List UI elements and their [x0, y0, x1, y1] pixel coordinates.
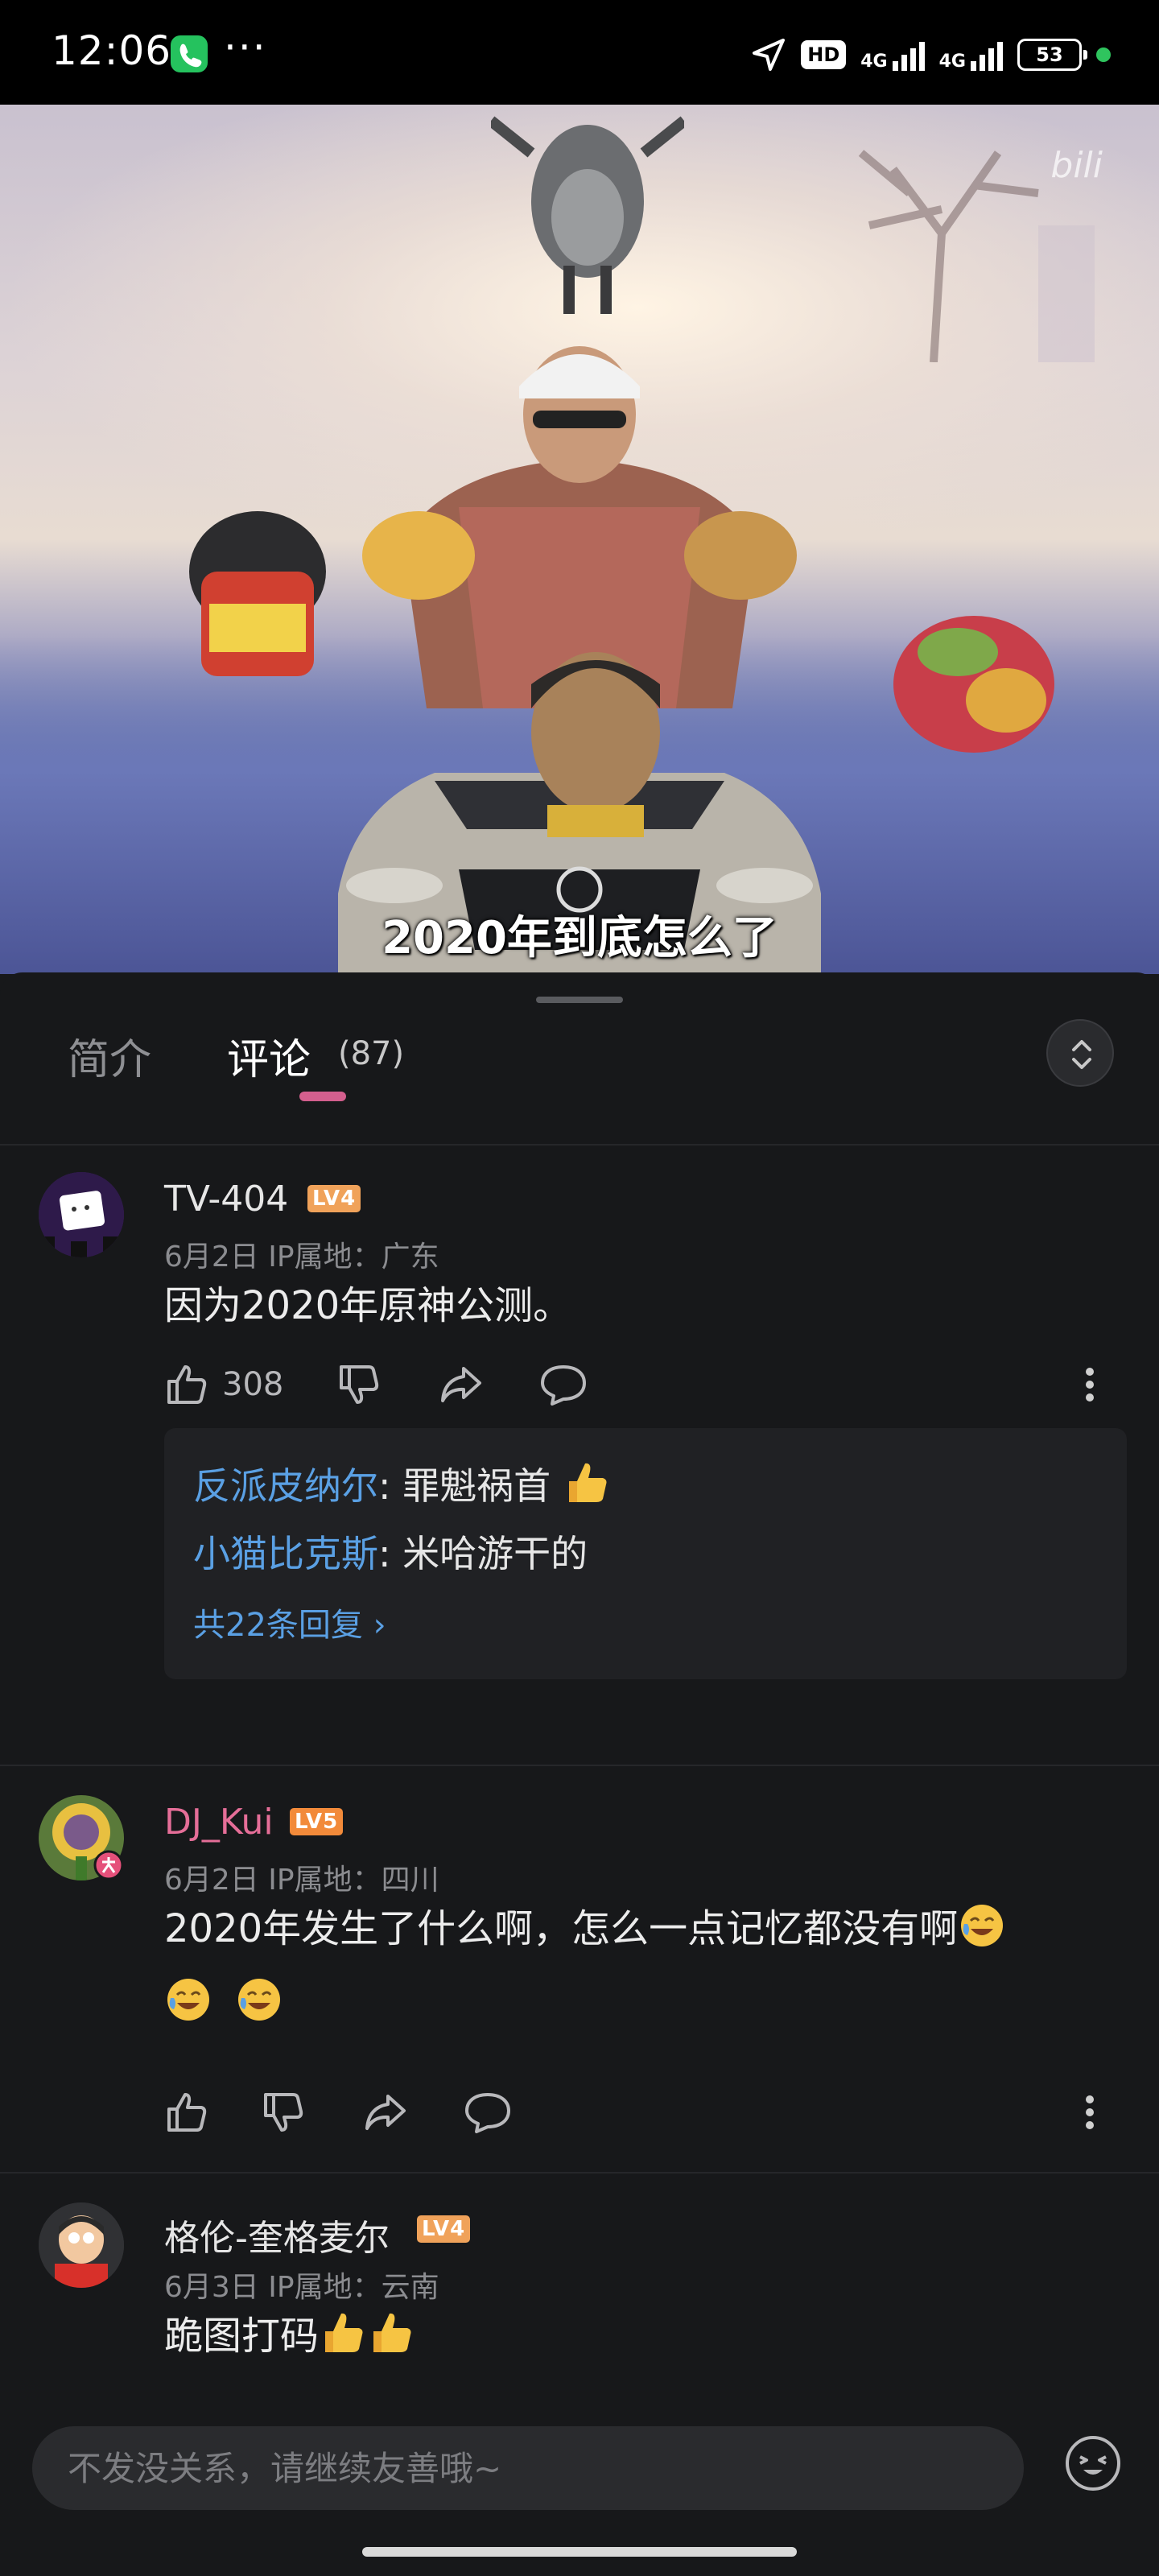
crying-laugh-emoji-icon: [238, 1979, 280, 2021]
share-arrow-icon: [365, 2095, 406, 2130]
tab-comments[interactable]: 评论: [227, 1026, 311, 1086]
comment-text-body: 2020年发生了什么啊，怎么一点记忆都没有啊: [164, 1906, 959, 1951]
dislike-button[interactable]: [336, 1359, 382, 1410]
expand-chevrons-icon: [1072, 1040, 1091, 1069]
thumbs-down-icon: [264, 2093, 303, 2132]
network-4g-1: 4G: [860, 39, 925, 72]
emoji-picker-button[interactable]: [1062, 2433, 1124, 2494]
more-vertical-icon: [1086, 2095, 1094, 2129]
comment-username[interactable]: DJ_Kui: [164, 1802, 274, 1843]
comment-actions: 308: [164, 1359, 1130, 1410]
reply-text: : 罪魁祸首: [378, 1464, 551, 1508]
reply-preview-box[interactable]: 反派皮纳尔: 罪魁祸首 小猫比克斯: 米哈游干的 共22条回复 ›: [164, 1428, 1127, 1679]
signal-strength-icon: [892, 39, 925, 71]
comment-text-body: 跪图打码: [164, 2314, 320, 2359]
network-label-2: 4G: [938, 52, 966, 72]
active-tab-indicator: [299, 1092, 346, 1101]
comment-text: 2020年发生了什么啊，怎么一点记忆都没有啊: [164, 1892, 1114, 2040]
comment-item: 格伦-奎格麦尔 LV4 6月3日 IP属地：云南 跪图打码: [0, 2202, 1159, 2412]
network-label-1: 4G: [860, 52, 888, 72]
video-player[interactable]: bili 2020年到底怎么了: [0, 105, 1159, 974]
video-watermark: bili: [1050, 145, 1103, 186]
reply-username[interactable]: 小猫比克斯: [193, 1532, 378, 1575]
comment-username[interactable]: TV-404: [164, 1179, 288, 1220]
drag-handle[interactable]: [536, 997, 623, 1003]
comment-text: 跪图打码: [164, 2299, 1114, 2373]
like-count: 308: [222, 1366, 284, 1403]
network-4g-2: 4G: [939, 39, 1003, 71]
crying-laugh-emoji-icon: [167, 1979, 209, 2021]
video-tree-silhouette: [858, 150, 1095, 362]
hd-voice-badge: HD: [801, 40, 847, 69]
video-caption: 2020年到底怎么了: [382, 912, 777, 964]
comments-panel: 简介 评论 (87) TV-404 LV4 6月2日 IP属地：广东 因为202…: [0, 972, 1159, 2576]
status-time: 12:06: [52, 27, 172, 74]
home-indicator[interactable]: [362, 2547, 797, 2557]
big-member-badge-icon: [93, 1850, 124, 1880]
view-all-replies-link[interactable]: 共22条回复 ›: [193, 1599, 386, 1645]
level-badge: LV5: [290, 1808, 344, 1835]
more-options-button[interactable]: [1082, 2087, 1098, 2138]
thumbs-up-icon: [167, 2093, 207, 2132]
video-right-head: [893, 616, 1054, 753]
share-button[interactable]: [438, 1359, 483, 1410]
tab-intro[interactable]: 简介: [68, 1026, 151, 1086]
comment-bubble-icon: [541, 1365, 586, 1406]
level-badge: LV4: [307, 1185, 361, 1212]
thumbs-up-emoji-icon: [568, 1463, 607, 1502]
reply-preview-2: 小猫比克斯: 米哈游干的: [193, 1525, 588, 1578]
video-mouse-figure: [491, 116, 684, 314]
reply-button[interactable]: [539, 1359, 588, 1410]
avatar[interactable]: [39, 1172, 124, 1257]
avatar[interactable]: [39, 2202, 124, 2288]
reply-preview-1: 反派皮纳尔: 罪魁祸首: [193, 1457, 611, 1510]
signal-strength-icon: [971, 39, 1003, 71]
comment-text: 因为2020年原神公测。: [164, 1283, 572, 1328]
dislike-button[interactable]: [261, 2087, 306, 2138]
comment-actions: [164, 2087, 1130, 2138]
status-indicators: HD 4G 4G 53: [751, 32, 1111, 77]
status-bar: 12:06 ··· HD 4G 4G 53: [0, 0, 1159, 105]
battery-icon: 53: [1017, 39, 1087, 71]
reply-button[interactable]: [464, 2087, 512, 2138]
reply-username[interactable]: 反派皮纳尔: [193, 1464, 378, 1508]
thumbs-up-icon: [167, 1365, 207, 1404]
comment-item: DJ_Kui LV5 6月2日 IP属地：四川 2020年发生了什么啊，怎么一点…: [0, 1795, 1159, 2182]
like-button[interactable]: 308: [164, 1359, 283, 1410]
comment-item: TV-404 LV4 6月2日 IP属地：广东 因为2020年原神公测。 308: [0, 1172, 1159, 1679]
emoji-face-icon: [1066, 2436, 1120, 2491]
comment-username[interactable]: 格伦-奎格麦尔: [164, 2209, 390, 2260]
reply-text: : 米哈游干的: [378, 1532, 588, 1575]
thumbs-up-emoji-icon: [325, 2313, 363, 2352]
more-options-button[interactable]: [1082, 1359, 1098, 1410]
comment-divider: [0, 2172, 1159, 2174]
comment-divider: [0, 1765, 1159, 1766]
crying-laugh-emoji-icon: [961, 1905, 1004, 1946]
level-badge: LV4: [417, 2215, 471, 2243]
video-face-cutout: [531, 652, 660, 837]
thumbs-up-emoji-icon: [373, 2313, 411, 2352]
thumbs-down-icon: [340, 1365, 379, 1404]
tabs-divider: [0, 1144, 1159, 1146]
comment-bubble-icon: [465, 2093, 510, 2133]
like-button[interactable]: [164, 2087, 209, 2138]
comment-input[interactable]: [32, 2426, 1024, 2510]
share-button[interactable]: [362, 2087, 407, 2138]
phone-call-icon: [171, 35, 208, 72]
more-vertical-icon: [1086, 1368, 1094, 1402]
location-arrow-icon: [753, 39, 786, 71]
privacy-indicator-dot: [1096, 47, 1111, 62]
comments-count: (87): [338, 1035, 405, 1072]
more-notifications-icon: ···: [224, 24, 267, 71]
expand-collapse-button[interactable]: [1046, 1019, 1114, 1087]
video-left-head: [189, 511, 326, 676]
share-arrow-icon: [441, 1367, 481, 1402]
